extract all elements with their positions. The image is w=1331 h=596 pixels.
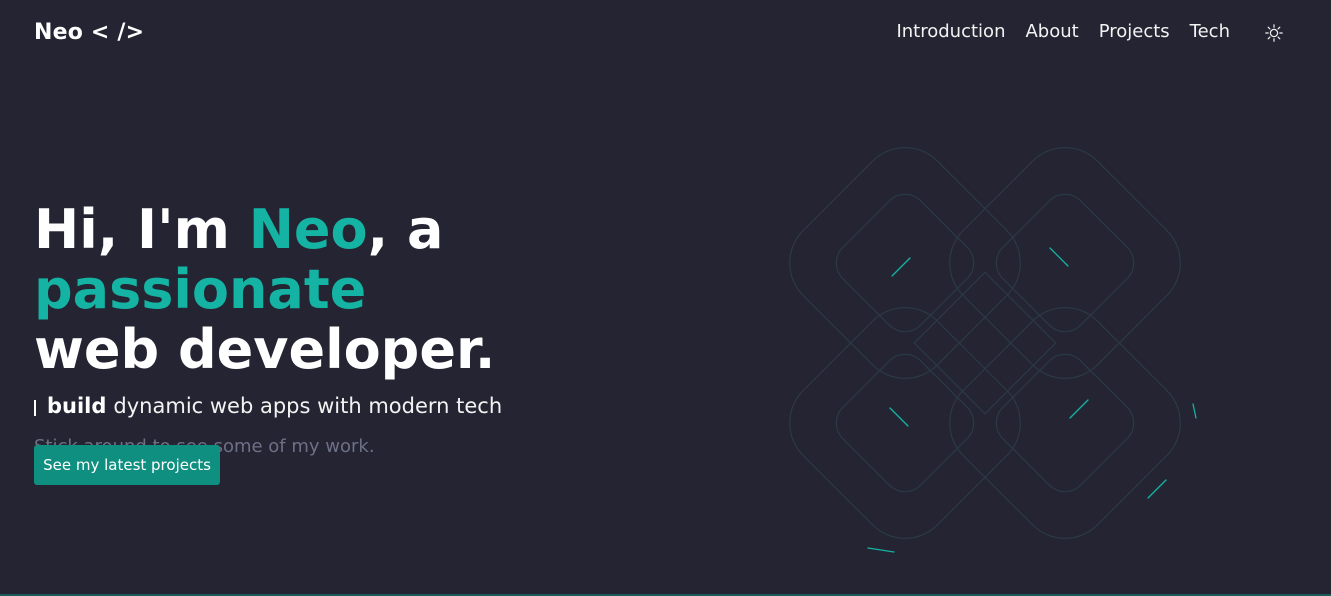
subline-text: dynamic web apps with modern tech bbox=[113, 394, 503, 418]
nav-introduction[interactable]: Introduction bbox=[896, 21, 1005, 42]
sun-icon bbox=[1265, 24, 1283, 42]
hero-section: Hi, I'm Neo, a passionate web developer.… bbox=[34, 200, 794, 457]
headline-line-two: web developer. bbox=[34, 318, 496, 381]
headline-accent-word: passionate bbox=[34, 258, 367, 321]
headline-name: Neo bbox=[248, 198, 368, 261]
nav-projects[interactable]: Projects bbox=[1099, 21, 1170, 42]
page: Neo < /> Introduction About Projects Tec… bbox=[0, 0, 1331, 596]
site-logo[interactable]: Neo < /> bbox=[34, 20, 144, 45]
decorative-pattern bbox=[789, 147, 1197, 553]
hero-subline: build dynamic web apps with modern tech bbox=[34, 392, 794, 420]
typing-cursor bbox=[34, 399, 36, 416]
headline-intro: Hi, I'm bbox=[34, 198, 249, 261]
subline-bold-word: build bbox=[47, 394, 107, 418]
nav-about[interactable]: About bbox=[1025, 21, 1078, 42]
main-nav: Introduction About Projects Tech bbox=[896, 21, 1230, 42]
theme-toggle-button[interactable] bbox=[1264, 23, 1284, 43]
site-header: Neo < /> Introduction About Projects Tec… bbox=[0, 0, 1331, 66]
headline-connector: , a bbox=[367, 198, 444, 261]
see-projects-button[interactable]: See my latest projects bbox=[34, 445, 220, 485]
hero-headline: Hi, I'm Neo, a passionate web developer. bbox=[34, 200, 794, 380]
nav-tech[interactable]: Tech bbox=[1190, 21, 1230, 42]
